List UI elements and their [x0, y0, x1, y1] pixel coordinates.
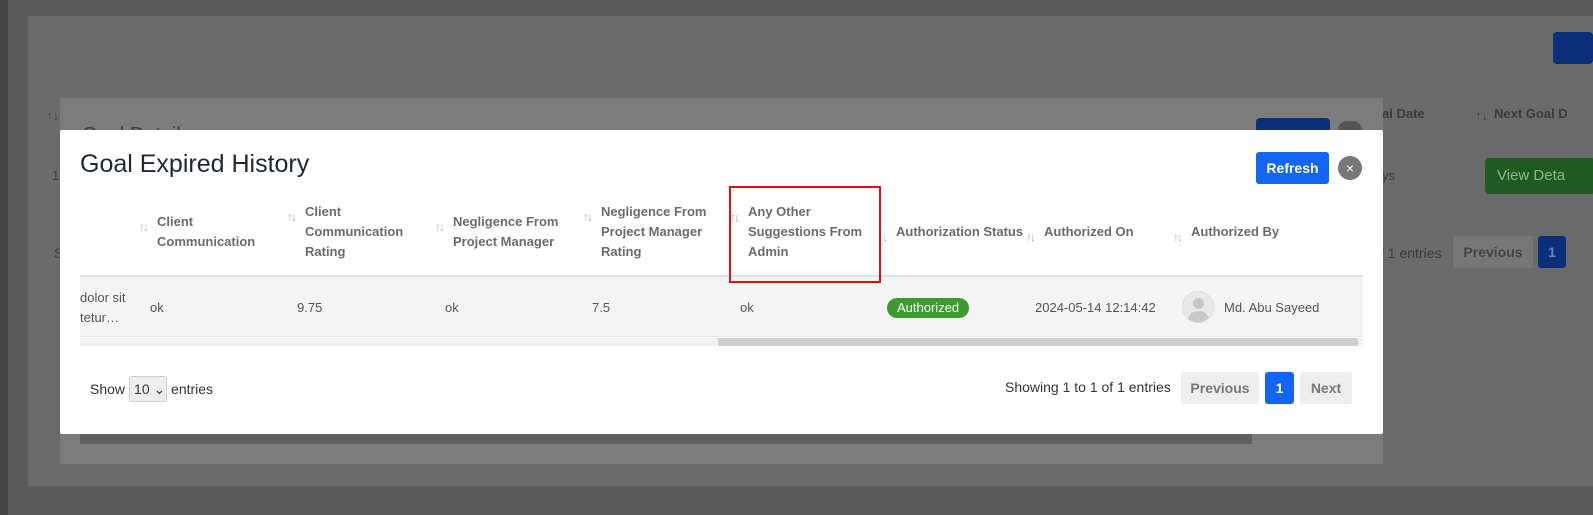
cell-authorized-by: Md. Abu Sayeed: [1224, 300, 1320, 315]
background-column-goal-date: al Date: [1382, 106, 1425, 121]
next-button[interactable]: Next: [1300, 372, 1352, 404]
highlight-box: [729, 186, 881, 283]
sort-icon: ↑↓: [287, 210, 297, 224]
cell-negligence-pm: ok: [445, 300, 459, 315]
goal-expired-history-modal: Goal Expired History Refresh × ↑↓ Client…: [60, 130, 1383, 434]
background-modal-scrollbar: [80, 434, 1252, 444]
close-icon[interactable]: ×: [1338, 156, 1362, 180]
show-label: Show: [90, 381, 126, 397]
background-view-details-button: View Deta: [1485, 158, 1593, 194]
background-page-1: 1: [1538, 236, 1566, 268]
modal-title: Goal Expired History: [80, 150, 310, 178]
cell-authorized-on: 2024-05-14 12:14:42: [1035, 300, 1156, 315]
sort-icon: ↓: [882, 230, 888, 244]
horizontal-scrollbar-thumb[interactable]: [718, 338, 1358, 346]
entries-label: entries: [171, 381, 214, 397]
background-previous-button: Previous: [1453, 236, 1533, 268]
cell-client-communication: ok: [150, 300, 164, 315]
table-info: Showing 1 to 1 of 1 entries: [1005, 379, 1171, 395]
status-badge: Authorized: [887, 298, 970, 318]
sort-icon: ↑↓: [139, 220, 149, 234]
background-sort-icon: ↑↓: [1475, 108, 1488, 123]
sort-icon: ↑↓: [435, 220, 445, 234]
background-action-button: [1553, 32, 1593, 64]
refresh-button[interactable]: Refresh: [1256, 152, 1329, 184]
left-rail: [0, 0, 8, 515]
page-length-select[interactable]: 10 ⌄: [129, 376, 168, 402]
cell-client-communication-rating: 9.75: [297, 300, 323, 315]
sort-icon: ↑↓: [1026, 230, 1036, 244]
table-row: [80, 277, 1363, 337]
background-row-index: 1: [52, 168, 60, 183]
cell-negligence-pm-rating: 7.5: [592, 300, 611, 315]
page-1-button[interactable]: 1: [1265, 372, 1294, 404]
background-info: f 1 entries: [1380, 245, 1442, 261]
history-table: ↑↓ Client Communication ↑↓ Client Commun…: [80, 186, 1363, 346]
row-divider: [80, 336, 1363, 337]
sort-icon: ↑↓: [583, 210, 593, 224]
background-column-next-goal-date: Next Goal D: [1494, 106, 1568, 121]
cell-truncated-previous: dolor sit tetur…: [80, 290, 126, 325]
sort-icon: ↑↓: [1173, 230, 1183, 244]
avatar: [1182, 291, 1214, 323]
page-length-control: Show 10 ⌄ entries: [90, 376, 213, 402]
background-modal-button: [1256, 118, 1330, 130]
previous-button[interactable]: Previous: [1181, 372, 1259, 404]
background-row-duration: ys: [1382, 168, 1395, 183]
background-sort-icon: ↑↓: [46, 108, 59, 123]
background-modal-close: [1338, 121, 1362, 130]
cell-suggestions: ok: [740, 300, 754, 315]
